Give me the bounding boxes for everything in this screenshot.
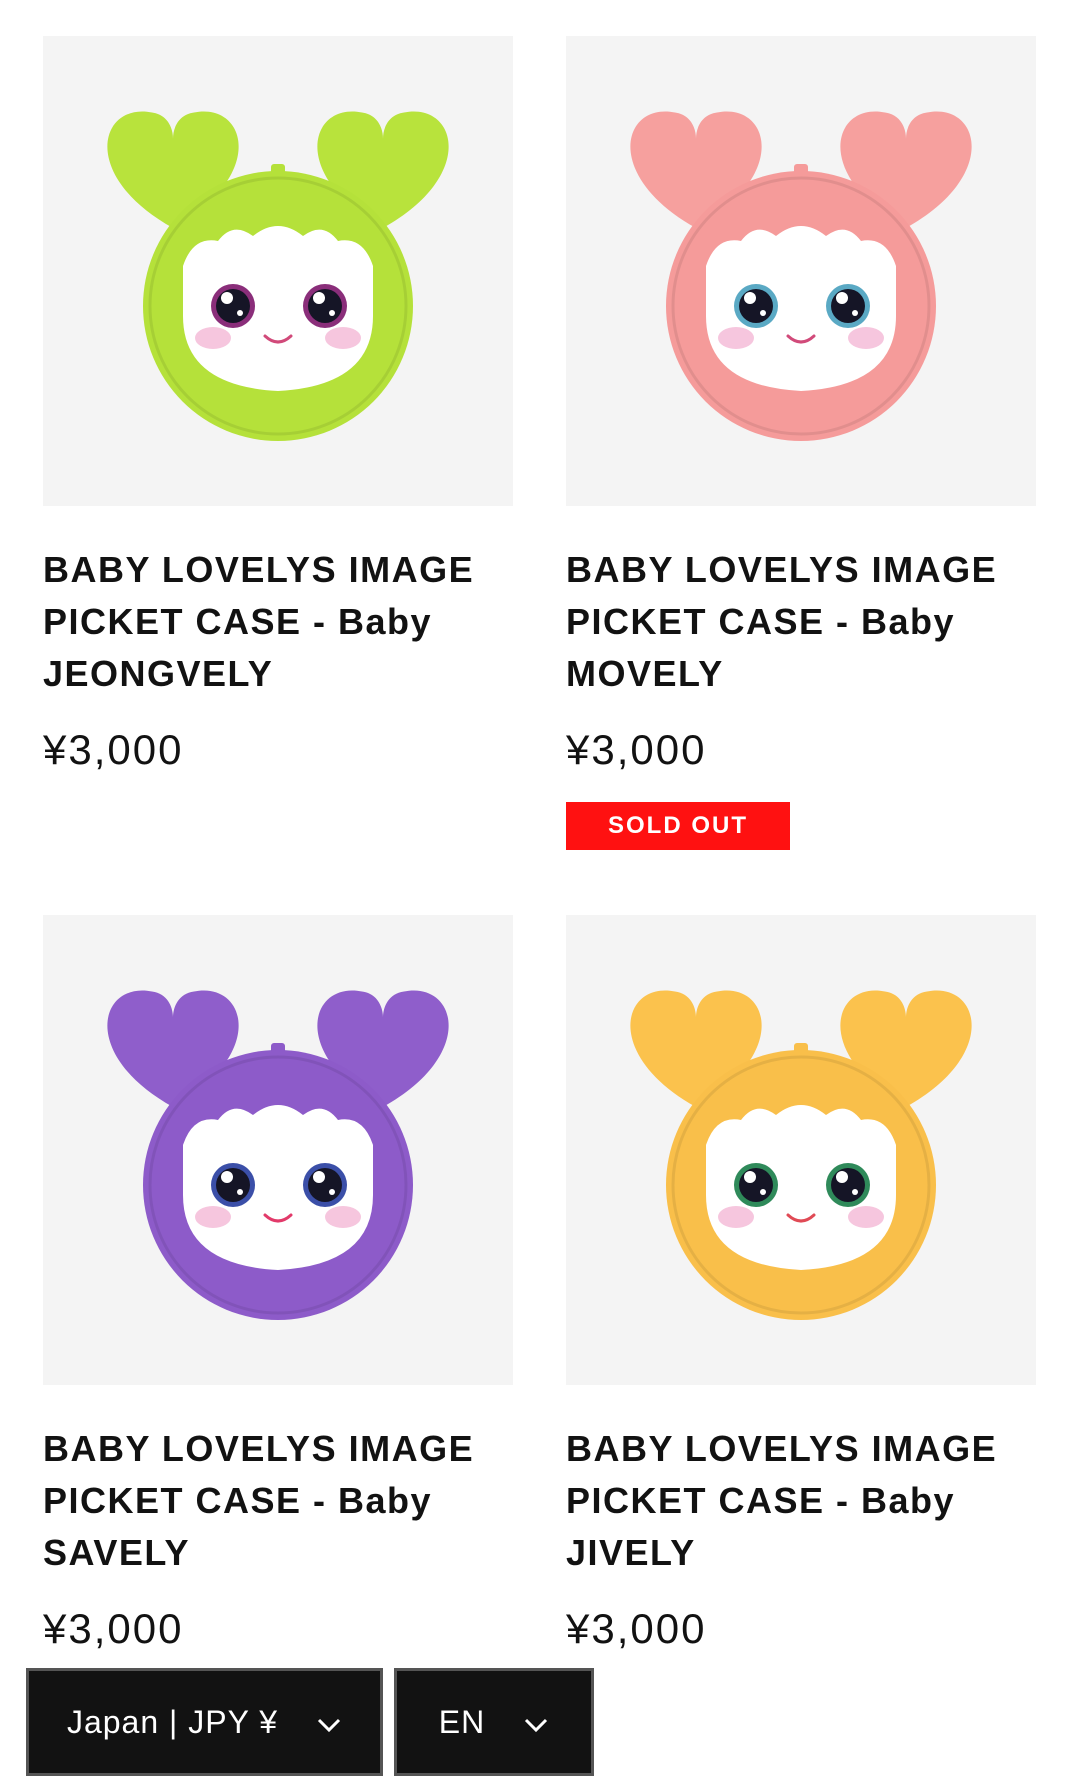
- product-image[interactable]: [566, 36, 1036, 506]
- product-price: ¥3,000: [43, 1605, 184, 1652]
- country-currency-selector[interactable]: Japan | JPY ¥: [26, 1668, 383, 1776]
- product-price: ¥3,000: [566, 726, 707, 773]
- product-image-graphic: [630, 990, 972, 1320]
- product-price: ¥3,000: [566, 1605, 707, 1652]
- product-title[interactable]: BABY LOVELYS IMAGE PICKET CASE - Baby JE…: [43, 544, 513, 700]
- product-title[interactable]: BABY LOVELYS IMAGE PICKET CASE - Baby SA…: [43, 1423, 513, 1579]
- chevron-down-icon: [316, 1709, 342, 1735]
- product-image-graphic: [107, 111, 449, 441]
- chevron-down-icon: [523, 1709, 549, 1735]
- product-card[interactable]: BABY LOVELYS IMAGE PICKET CASE - Baby JE…: [43, 36, 513, 776]
- language-label: EN: [438, 1703, 486, 1740]
- sold-out-badge: SOLD OUT: [566, 802, 790, 850]
- product-image[interactable]: [566, 915, 1036, 1385]
- country-currency-label: Japan | JPY ¥: [66, 1703, 279, 1740]
- product-image[interactable]: [43, 915, 513, 1385]
- product-price: ¥3,000: [43, 726, 184, 773]
- product-image-graphic: [630, 111, 972, 441]
- product-image-graphic: [107, 990, 449, 1320]
- product-card[interactable]: BABY LOVELYS IMAGE PICKET CASE - Baby SA…: [43, 915, 513, 1655]
- language-selector[interactable]: EN: [394, 1668, 594, 1776]
- product-card[interactable]: BABY LOVELYS IMAGE PICKET CASE - Baby MO…: [566, 36, 1036, 850]
- product-title[interactable]: BABY LOVELYS IMAGE PICKET CASE - Baby MO…: [566, 544, 1036, 700]
- product-image[interactable]: [43, 36, 513, 506]
- product-title[interactable]: BABY LOVELYS IMAGE PICKET CASE - Baby JI…: [566, 1423, 1036, 1579]
- product-card[interactable]: BABY LOVELYS IMAGE PICKET CASE - Baby JI…: [566, 915, 1036, 1655]
